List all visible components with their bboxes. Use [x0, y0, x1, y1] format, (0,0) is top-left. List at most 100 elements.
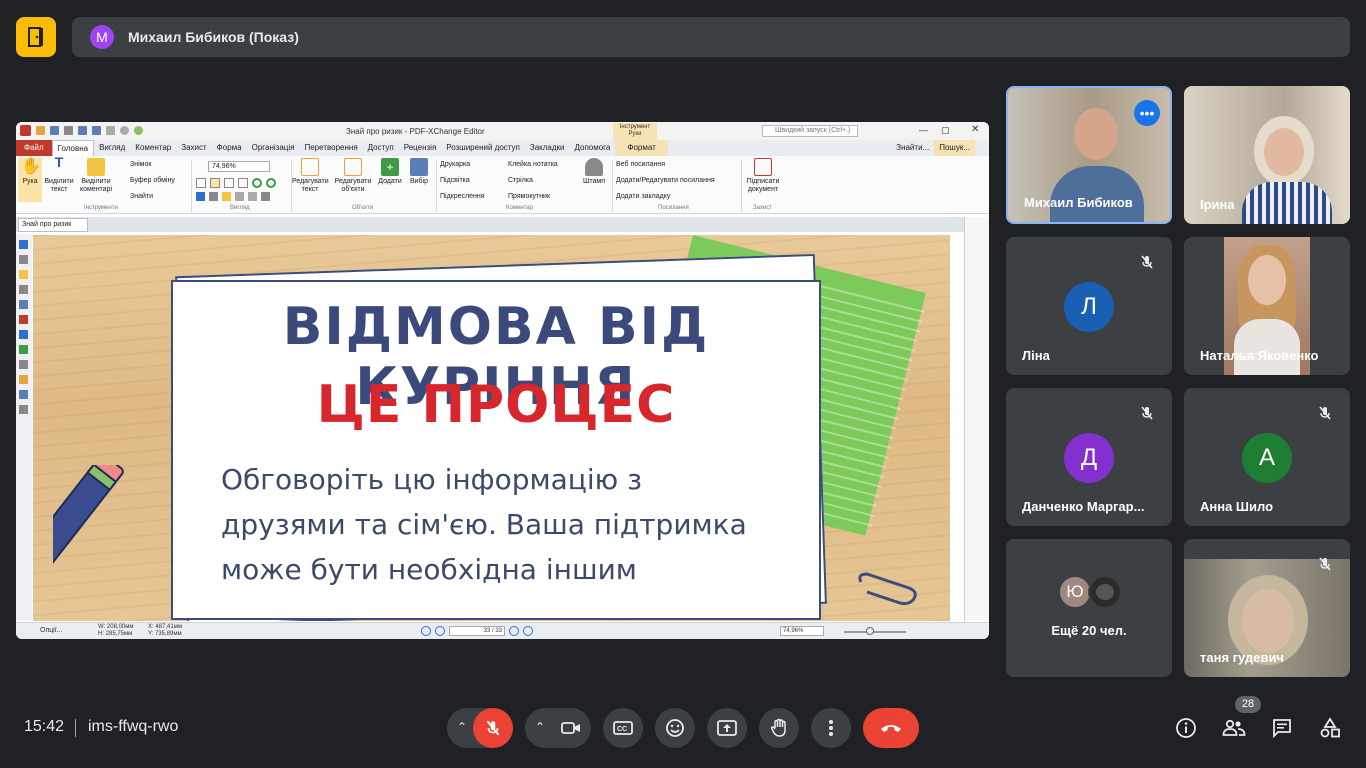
leave-call-button[interactable]: [863, 708, 919, 748]
hand-icon: [770, 718, 786, 737]
menu-organize[interactable]: Організація: [247, 140, 300, 156]
participant-tile[interactable]: ••• Михаил Бибиков: [1006, 86, 1172, 224]
zoom-slider[interactable]: [844, 631, 906, 633]
participant-tile[interactable]: Наталья Яковенко: [1184, 237, 1350, 375]
more-options-button[interactable]: •••: [1134, 100, 1160, 126]
add-edit-links-button[interactable]: Додати/Редагувати посилання: [616, 177, 715, 184]
prev-page-icon[interactable]: [435, 626, 445, 636]
articles-panel-icon[interactable]: [19, 390, 28, 399]
present-screen-button[interactable]: [707, 708, 747, 748]
sign-document-button[interactable]: Підписати документ: [744, 158, 782, 194]
clipboard-button[interactable]: Буфер обміну: [130, 177, 175, 184]
menu-protect[interactable]: Захист: [176, 140, 211, 156]
edit-objects-button[interactable]: Редагувати об'єкти: [333, 158, 373, 194]
find-button[interactable]: Знайти: [130, 193, 153, 200]
highlight-button[interactable]: Підсвітка: [440, 177, 470, 184]
close-tab-icon[interactable]: ✕: [950, 218, 958, 229]
menu-help[interactable]: Допомога: [569, 140, 615, 156]
view-tools-row[interactable]: [196, 178, 291, 190]
select-comments-button[interactable]: Виділити коментарі: [78, 158, 114, 194]
activities-button[interactable]: [1316, 714, 1344, 742]
menu-review[interactable]: Рецензія: [399, 140, 442, 156]
arrow-button[interactable]: Стрілка: [508, 177, 533, 184]
menu-convert[interactable]: Перетворення: [299, 140, 362, 156]
zoom-select[interactable]: 74,96%: [208, 161, 270, 172]
menu-comment[interactable]: Коментар: [130, 140, 176, 156]
stamp-icon: [585, 158, 603, 176]
add-button[interactable]: + Додати: [375, 158, 405, 186]
participant-tile[interactable]: Ірина: [1184, 86, 1350, 224]
find-tab[interactable]: Знайти...: [891, 140, 934, 156]
hand-icon: ✋: [21, 158, 41, 175]
chevron-up-icon[interactable]: ⌃: [535, 720, 545, 734]
first-page-icon[interactable]: [421, 626, 431, 636]
sticky-note-button[interactable]: Клейка нотатка: [508, 161, 558, 168]
page-navigation[interactable]: 33 / 33: [421, 626, 533, 636]
maximize-button[interactable]: ▢: [941, 125, 950, 136]
more-participants-tile[interactable]: Ю Ещё 20 чел.: [1006, 539, 1172, 677]
participant-tile[interactable]: А Анна Шило: [1184, 388, 1350, 526]
raise-hand-button[interactable]: [759, 708, 799, 748]
menu-form[interactable]: Форма: [212, 140, 247, 156]
meeting-info-button[interactable]: [1172, 714, 1200, 742]
underline-button[interactable]: Підкреслення: [440, 193, 485, 200]
menu-bookmarks[interactable]: Закладки: [525, 140, 570, 156]
content-panel-icon[interactable]: [19, 375, 28, 384]
menu-view[interactable]: Вигляд: [94, 140, 130, 156]
menu-advanced-access[interactable]: Розширений доступ: [441, 140, 525, 156]
document-tab[interactable]: Знай про ризик: [18, 218, 88, 232]
view-tools-row-2[interactable]: [196, 192, 291, 202]
camera-toggle-button[interactable]: [551, 708, 591, 748]
typewriter-button[interactable]: Друкарка: [440, 161, 470, 168]
bookmarks-panel-icon[interactable]: [19, 240, 28, 249]
snapshot-button[interactable]: Знімок: [130, 161, 151, 168]
chat-button[interactable]: [1268, 714, 1296, 742]
menu-file[interactable]: Файл: [16, 140, 52, 156]
cursor-y-readout: Y: 735,89мм: [148, 631, 182, 637]
status-zoom-select[interactable]: 74,96%: [780, 626, 824, 636]
participant-tile[interactable]: Д Данченко Маргар...: [1006, 388, 1172, 526]
attachments-panel-icon[interactable]: [19, 285, 28, 294]
next-page-icon[interactable]: [509, 626, 519, 636]
last-page-icon[interactable]: [523, 626, 533, 636]
participant-head: [1264, 128, 1304, 176]
select-button[interactable]: Вибір: [405, 158, 433, 186]
people-button[interactable]: [1220, 714, 1248, 742]
layers-panel-icon[interactable]: [19, 300, 28, 309]
cursor-x-readout: X: 487,41мм: [148, 624, 182, 630]
menu-format[interactable]: Формат: [615, 140, 668, 156]
fields-panel-icon[interactable]: [19, 330, 28, 339]
rectangle-button[interactable]: Прямокутник: [508, 193, 550, 200]
minimize-button[interactable]: —: [919, 125, 928, 135]
edit-text-button[interactable]: Редагувати текст: [292, 158, 329, 194]
search-tab[interactable]: Пошук...: [934, 140, 975, 156]
tags-panel-icon[interactable]: [19, 360, 28, 369]
hand-tool-button[interactable]: ✋ Рука: [18, 158, 42, 202]
page-number-input[interactable]: 33 / 33: [449, 626, 505, 636]
quick-launch-input[interactable]: Швидкий запуск (Ctrl+.): [762, 125, 858, 137]
meet-logo[interactable]: [16, 17, 56, 57]
participant-tile[interactable]: таня гудевич: [1184, 539, 1350, 677]
group-links-label: Посилання: [658, 205, 689, 211]
quick-access-toolbar[interactable]: [36, 126, 196, 136]
search-panel-icon[interactable]: [19, 405, 28, 414]
select-text-button[interactable]: T Виділити текст: [44, 155, 74, 194]
more-options-button[interactable]: [811, 708, 851, 748]
pages-panel-icon[interactable]: [19, 255, 28, 264]
web-links-button[interactable]: Веб посилання: [616, 161, 665, 168]
menu-access[interactable]: Доступ: [363, 140, 399, 156]
signatures-panel-icon[interactable]: [19, 315, 28, 324]
zoom-slider-thumb[interactable]: [866, 627, 874, 635]
destinations-panel-icon[interactable]: [19, 345, 28, 354]
mic-toggle-button[interactable]: [473, 708, 513, 748]
add-bookmark-button[interactable]: Додати закладку: [616, 193, 670, 200]
close-window-button[interactable]: ✕: [971, 124, 979, 135]
captions-button[interactable]: CC: [603, 708, 643, 748]
stamp-button[interactable]: Штамп: [580, 158, 608, 186]
comments-panel-icon[interactable]: [19, 270, 28, 279]
chevron-up-icon[interactable]: ⌃: [457, 720, 467, 734]
new-tab-button[interactable]: +: [92, 219, 97, 229]
participant-tile[interactable]: Л Ліна: [1006, 237, 1172, 375]
options-button[interactable]: Опції...: [40, 627, 63, 634]
reactions-button[interactable]: [655, 708, 695, 748]
